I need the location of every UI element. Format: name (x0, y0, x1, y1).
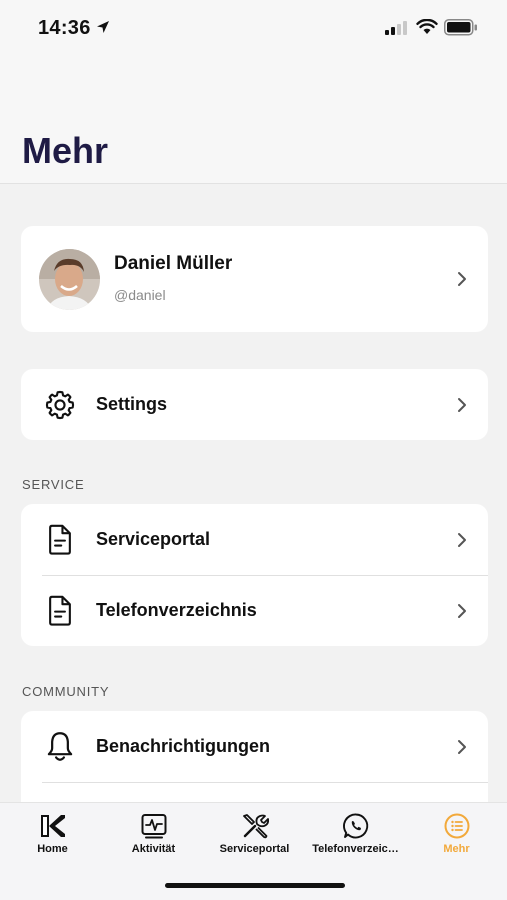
list-icon (444, 813, 469, 839)
list-item-benachrichtigungen[interactable]: Benachrichtigungen (21, 711, 488, 782)
chevron-right-icon (458, 603, 466, 618)
section-header-service: SERVICE (22, 477, 85, 492)
tab-label: Aktivität (131, 843, 176, 855)
status-time: 14:36 (38, 17, 91, 39)
tab-label: Serviceportal (219, 843, 290, 855)
home-indicator (165, 883, 345, 888)
divider (42, 782, 488, 783)
gear-icon (43, 388, 77, 422)
tab-serviceportal[interactable]: Serviceportal (204, 803, 305, 863)
document-icon (43, 594, 77, 628)
chevron-right-icon (458, 397, 466, 412)
chevron-right-icon (458, 532, 466, 547)
tab-label: Mehr (443, 843, 470, 855)
tab-label: Home (37, 843, 68, 855)
service-card: Serviceportal Telefonverzeichnis (21, 504, 488, 646)
list-item-label: Telefonverzeichnis (96, 600, 257, 620)
page-header: Mehr (0, 56, 507, 184)
settings-row[interactable]: Settings (21, 369, 488, 440)
phone-icon (342, 813, 368, 839)
wifi-icon (416, 19, 438, 34)
community-card: Benachrichtigungen (21, 711, 488, 802)
list-item-serviceportal[interactable]: Serviceportal (21, 504, 488, 575)
location-arrow-icon (97, 21, 109, 33)
chevron-right-icon (458, 739, 466, 754)
tools-icon (242, 814, 269, 839)
list-item-label: Benachrichtigungen (96, 736, 271, 756)
tab-aktivitaet[interactable]: Aktivität (103, 803, 204, 863)
tab-label: Telefonverzeic… (312, 843, 399, 855)
avatar (39, 249, 100, 310)
list-item-label: Serviceportal (96, 529, 211, 549)
cellular-signal-icon (385, 21, 407, 35)
activity-icon (141, 814, 166, 839)
document-icon (43, 523, 77, 557)
profile-handle: @daniel (114, 287, 166, 303)
tab-telefonverzeichnis[interactable]: Telefonverzeic… (305, 803, 406, 863)
status-bar: 14:36 (0, 0, 507, 56)
profile-card[interactable]: Daniel Müller @daniel (21, 226, 488, 332)
bell-icon (43, 730, 77, 764)
profile-name: Daniel Müller (114, 253, 233, 274)
settings-label: Settings (96, 394, 168, 414)
tab-home[interactable]: Home (2, 803, 103, 863)
section-header-community: COMMUNITY (22, 684, 110, 699)
chevron-right-icon (458, 272, 466, 286)
list-item-telefonverzeichnis[interactable]: Telefonverzeichnis (21, 575, 488, 646)
page-title: Mehr (22, 130, 109, 171)
battery-icon (444, 19, 477, 36)
brand-logo-icon (40, 815, 65, 837)
settings-card: Settings (21, 369, 488, 440)
tab-mehr[interactable]: Mehr (406, 803, 507, 863)
